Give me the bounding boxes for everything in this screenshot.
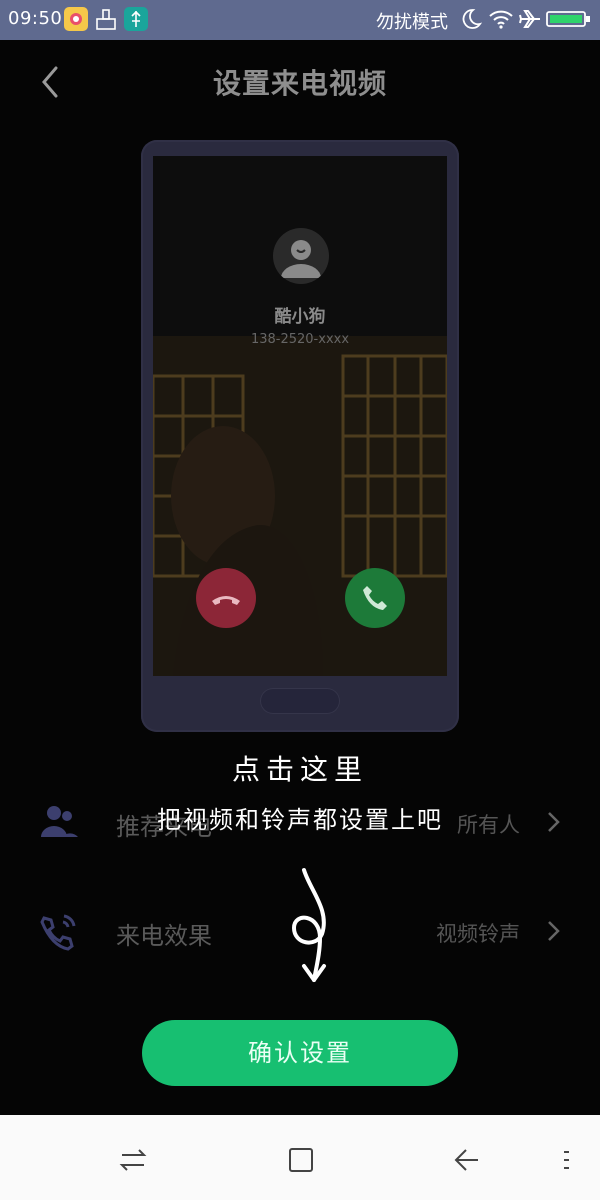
phone-home-key bbox=[260, 688, 340, 714]
hint-text-line2: 把视频和铃声都设置上吧 bbox=[157, 806, 443, 834]
usb-icon bbox=[124, 7, 148, 31]
down-arrow-icon bbox=[291, 868, 326, 982]
menu-icon bbox=[564, 1151, 569, 1169]
caller-name: 酷小狗 bbox=[274, 307, 326, 327]
square-icon bbox=[289, 1148, 313, 1172]
status-time: 09:50 bbox=[8, 8, 63, 29]
switch-icon bbox=[119, 1149, 147, 1171]
phone-icon bbox=[363, 586, 387, 610]
page-title: 设置来电视频 bbox=[212, 67, 387, 100]
hint-text-line1: 点击这里 bbox=[231, 753, 368, 786]
chevron-right-icon bbox=[548, 921, 560, 941]
battery-icon bbox=[546, 11, 590, 27]
photos-app-icon bbox=[64, 7, 88, 31]
video-preview-screen: 酷小狗 138-2520-xxxx bbox=[153, 156, 447, 676]
navigation-bar bbox=[0, 1115, 600, 1200]
confirm-settings-button[interactable]: 确认设置 bbox=[142, 1020, 458, 1086]
caller-number: 138-2520-xxxx bbox=[250, 332, 350, 347]
avatar bbox=[273, 228, 329, 284]
home-button[interactable] bbox=[286, 1145, 316, 1175]
cleaner-app-icon bbox=[94, 7, 118, 31]
back-nav-button[interactable] bbox=[452, 1145, 482, 1175]
row-value: 视频铃声 bbox=[436, 922, 520, 946]
row-label: 来电效果 bbox=[116, 922, 212, 950]
moon-icon bbox=[462, 9, 482, 29]
dnd-mode-label: 勿扰模式 bbox=[376, 12, 448, 33]
hang-up-icon bbox=[212, 596, 240, 605]
status-bar: 09:50 勿扰模式 bbox=[0, 0, 600, 40]
main-screen: 设置来电视频 酷小狗 138-2520-xxxx 推荐来电 所有人 来电效果 视… bbox=[0, 40, 600, 1115]
switch-apps-button[interactable] bbox=[118, 1145, 148, 1175]
phone-preview[interactable]: 酷小狗 138-2520-xxxx bbox=[141, 140, 459, 732]
decline-call-button bbox=[196, 568, 256, 628]
ringing-phone-icon bbox=[40, 914, 76, 951]
accept-call-button bbox=[345, 568, 405, 628]
user-icon bbox=[281, 240, 321, 278]
back-icon bbox=[454, 1149, 478, 1171]
airplane-icon bbox=[519, 10, 540, 28]
menu-button[interactable] bbox=[552, 1145, 582, 1175]
wifi-icon bbox=[489, 10, 513, 29]
